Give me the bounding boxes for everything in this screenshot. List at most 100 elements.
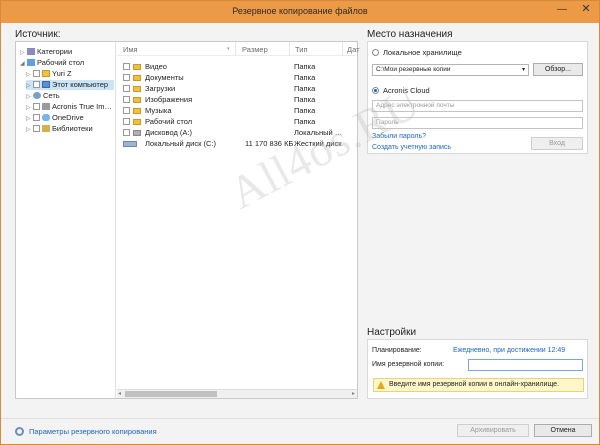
file-type: Папка bbox=[294, 106, 316, 115]
tree-item-this-pc[interactable]: ▷ Этот компьютер bbox=[26, 80, 114, 90]
scroll-left-icon[interactable]: ◂ bbox=[118, 390, 121, 397]
backup-name-input[interactable] bbox=[468, 359, 583, 371]
archive-button[interactable]: Архивировать bbox=[457, 424, 529, 437]
source-label: Источник: bbox=[15, 29, 61, 40]
file-list: Имя ▾ Размер Тип Дат Видео Папка Докумен… bbox=[117, 42, 360, 398]
tree-item-onedrive[interactable]: ▷ OneDrive bbox=[26, 113, 84, 123]
tree-item-label: Библиотеки bbox=[52, 124, 93, 133]
cancel-button[interactable]: Отмена bbox=[534, 424, 592, 437]
file-checkbox[interactable] bbox=[123, 85, 130, 92]
hard-disk-icon bbox=[123, 141, 137, 147]
login-button[interactable]: Вход bbox=[531, 137, 583, 150]
file-row[interactable]: Загрузки Папка bbox=[117, 84, 357, 94]
expand-arrow-icon[interactable]: ▷ bbox=[26, 92, 33, 102]
column-name[interactable]: Имя bbox=[123, 45, 138, 54]
tree-checkbox[interactable] bbox=[33, 103, 40, 110]
file-row[interactable]: Изображения Папка bbox=[117, 95, 357, 105]
expand-arrow-icon[interactable]: ▷ bbox=[20, 48, 27, 58]
file-row[interactable]: Музыка Папка bbox=[117, 106, 357, 116]
column-type[interactable]: Тип bbox=[295, 45, 308, 54]
tree-checkbox[interactable] bbox=[33, 70, 40, 77]
file-name: Изображения bbox=[145, 95, 193, 104]
browse-button[interactable]: Обзор... bbox=[533, 63, 583, 76]
tree-item-network[interactable]: ▷ Сеть bbox=[26, 91, 60, 101]
backup-settings-link[interactable]: Параметры резервного копирования bbox=[29, 427, 157, 436]
libraries-icon bbox=[42, 125, 50, 132]
local-storage-label[interactable]: Локальное хранилище bbox=[383, 48, 462, 57]
tree-item-libraries[interactable]: ▷ Библиотеки bbox=[26, 124, 93, 134]
tree-checkbox[interactable] bbox=[33, 125, 40, 132]
folder-icon bbox=[133, 75, 141, 81]
schedule-label: Планирование: bbox=[372, 347, 422, 354]
tree-item-label: Acronis True Im… bbox=[52, 102, 113, 111]
tree-item-yuri-z[interactable]: ▷ Yuri Z bbox=[26, 69, 72, 79]
file-name: Локальный диск (C:) bbox=[145, 139, 216, 148]
file-row[interactable]: Документы Папка bbox=[117, 73, 357, 83]
folder-icon bbox=[42, 70, 50, 77]
tree-item-label: Категории bbox=[37, 47, 73, 56]
backup-window: Резервное копирование файлов — ✕ Источни… bbox=[0, 0, 600, 445]
local-storage-radio[interactable] bbox=[372, 49, 379, 56]
file-name: Дисковод (A:) bbox=[145, 128, 193, 137]
tree-item-acronis[interactable]: ▷ Acronis True Im… bbox=[26, 102, 112, 112]
file-checkbox[interactable] bbox=[123, 74, 130, 81]
file-name: Видео bbox=[145, 62, 167, 71]
column-separator[interactable] bbox=[342, 42, 343, 56]
tree-checkbox[interactable] bbox=[33, 114, 40, 121]
file-checkbox[interactable] bbox=[123, 63, 130, 70]
file-name: Рабочий стол bbox=[145, 117, 193, 126]
acronis-icon bbox=[42, 103, 50, 110]
backup-name-label: Имя резервной копии: bbox=[372, 361, 445, 368]
tree-checkbox[interactable] bbox=[33, 81, 40, 88]
tree-item-label: Этот компьютер bbox=[52, 80, 109, 89]
expand-arrow-icon[interactable]: ▷ bbox=[26, 70, 33, 80]
tree-item-label: OneDrive bbox=[52, 113, 84, 122]
tree-item-categories[interactable]: ▷ Категории bbox=[20, 47, 72, 57]
file-name: Документы bbox=[145, 73, 184, 82]
file-name: Музыка bbox=[145, 106, 172, 115]
collapse-arrow-icon[interactable]: ◢ bbox=[20, 59, 27, 69]
sort-arrow-icon: ▾ bbox=[227, 46, 230, 52]
expand-arrow-icon[interactable]: ▷ bbox=[26, 114, 33, 124]
tree-item-desktop[interactable]: ◢ Рабочий стол bbox=[20, 58, 84, 68]
close-button[interactable]: ✕ bbox=[575, 1, 597, 19]
file-name: Загрузки bbox=[145, 84, 176, 93]
folder-icon bbox=[133, 64, 141, 70]
title-bar: Резервное копирование файлов — ✕ bbox=[1, 1, 599, 23]
computer-icon bbox=[42, 81, 50, 88]
scrollbar-thumb[interactable] bbox=[125, 391, 217, 397]
settings-label: Настройки bbox=[367, 327, 417, 338]
minimize-button[interactable]: — bbox=[551, 1, 573, 19]
scroll-right-icon[interactable]: ▸ bbox=[352, 390, 355, 397]
gear-icon bbox=[15, 427, 24, 436]
file-type: Папка bbox=[294, 73, 316, 82]
file-checkbox[interactable] bbox=[123, 118, 130, 125]
expand-arrow-icon[interactable]: ▷ bbox=[26, 125, 33, 135]
horizontal-scrollbar[interactable]: ◂ ▸ bbox=[117, 389, 357, 398]
warning-text: Введите имя резервной копии в онлайн-хра… bbox=[389, 381, 560, 388]
column-size[interactable]: Размер bbox=[242, 45, 268, 54]
file-checkbox[interactable] bbox=[123, 129, 130, 136]
file-checkbox[interactable] bbox=[123, 107, 130, 114]
destination-label: Место назначения bbox=[367, 29, 453, 40]
column-separator[interactable] bbox=[235, 42, 236, 56]
tree-item-label: Yuri Z bbox=[52, 69, 72, 78]
local-path-select[interactable]: C:\Мои резервные копии ▾ bbox=[372, 64, 529, 76]
floppy-drive-icon bbox=[133, 130, 141, 136]
schedule-link[interactable]: Ежедневно, при достижении 12:49 bbox=[453, 347, 565, 354]
file-row[interactable]: Видео Папка bbox=[117, 62, 357, 72]
window-title: Резервное копирование файлов bbox=[232, 6, 368, 16]
expand-arrow-icon[interactable]: ▷ bbox=[26, 103, 33, 113]
folder-icon bbox=[133, 86, 141, 92]
chevron-down-icon: ▾ bbox=[521, 67, 525, 73]
desktop-icon bbox=[27, 59, 35, 66]
tree-item-label: Сеть bbox=[43, 91, 60, 100]
column-separator[interactable] bbox=[289, 42, 290, 56]
file-checkbox[interactable] bbox=[123, 96, 130, 103]
settings-panel: Планирование: Ежедневно, при достижении … bbox=[367, 339, 588, 399]
file-list-header: Имя ▾ Размер Тип Дат bbox=[117, 42, 360, 56]
local-path-value: C:\Мои резервные копии bbox=[376, 66, 451, 73]
column-date[interactable]: Дат bbox=[347, 45, 360, 54]
expand-arrow-icon[interactable]: ▷ bbox=[26, 81, 33, 91]
warning-icon bbox=[377, 381, 385, 389]
